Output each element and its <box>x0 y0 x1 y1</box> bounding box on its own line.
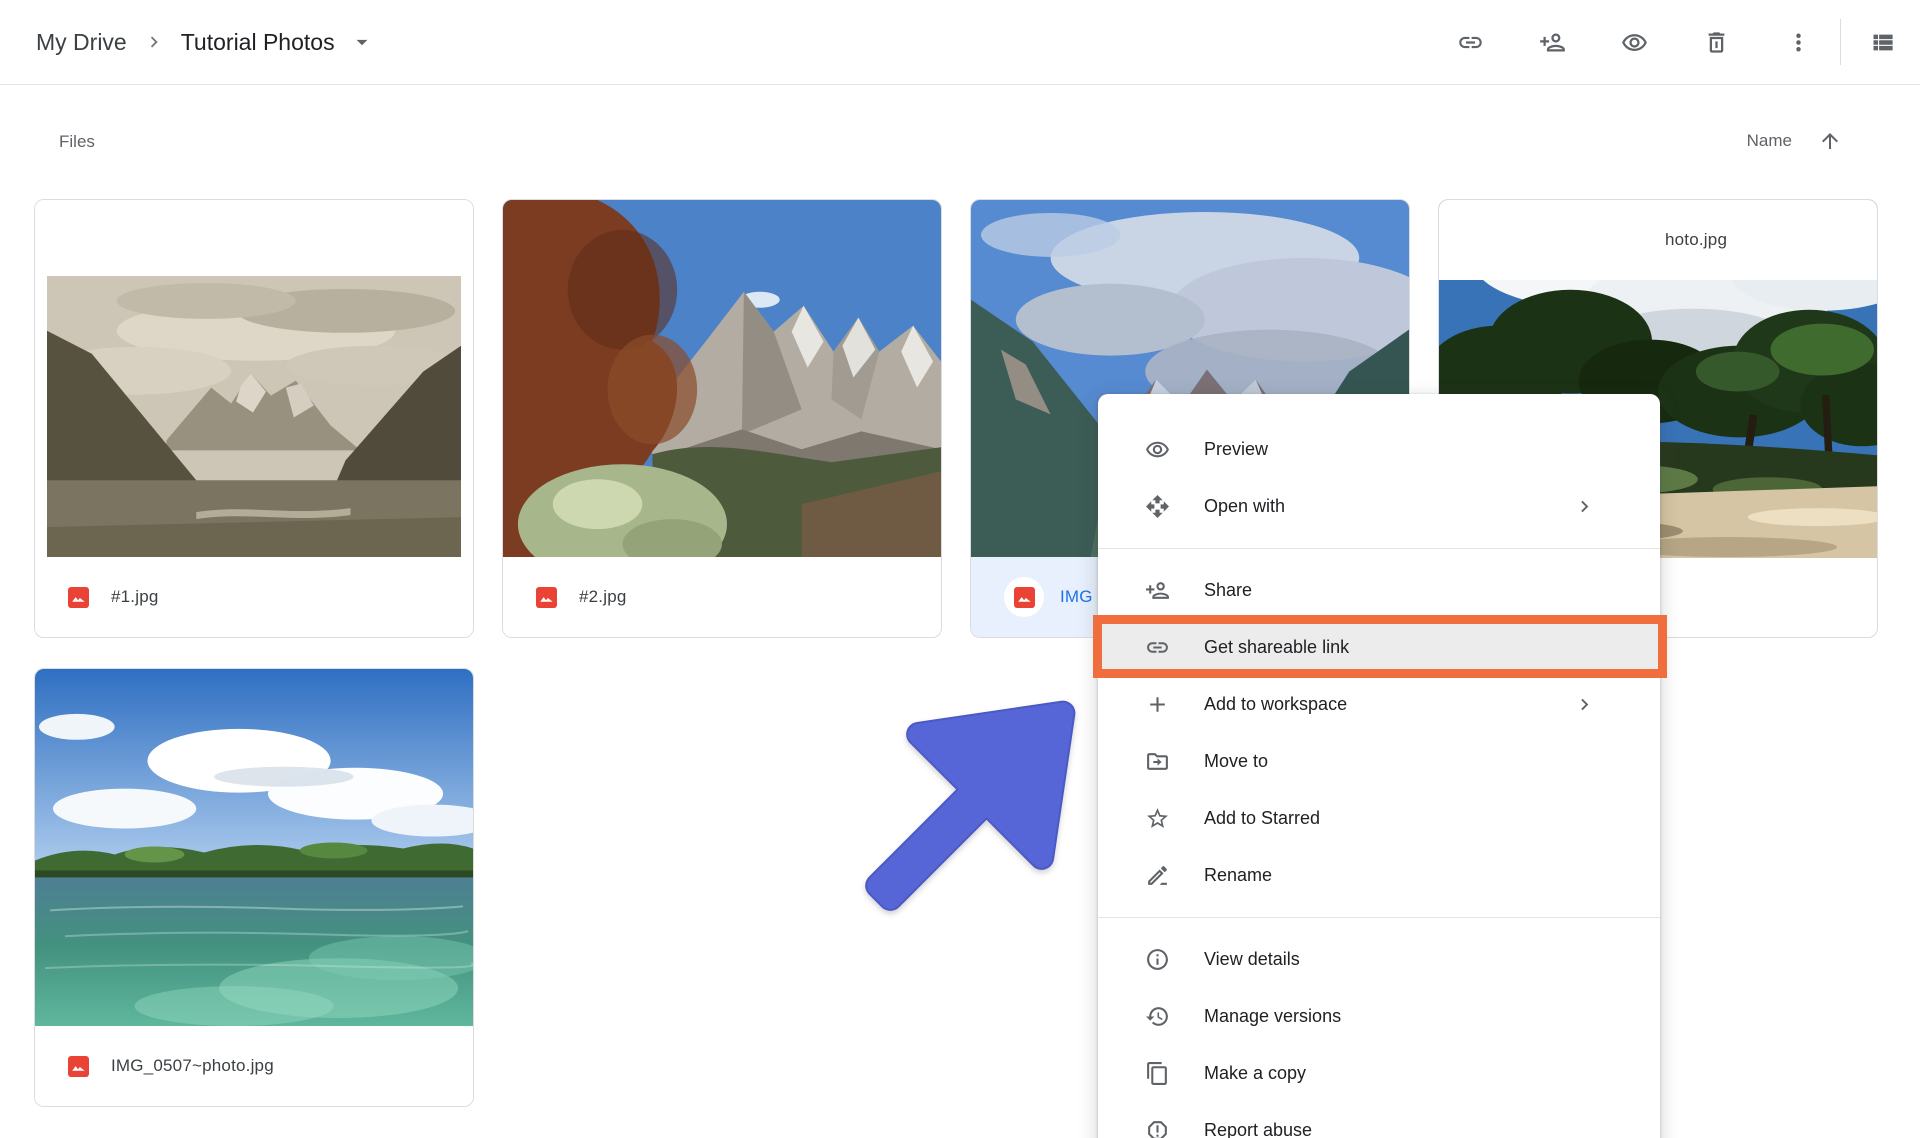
menu-item-label: Add to Starred <box>1204 808 1320 829</box>
menu-item-rename[interactable]: Rename <box>1098 847 1660 904</box>
submenu-chevron-icon <box>1573 495 1596 518</box>
menu-item-report-abuse[interactable]: Report abuse <box>1098 1102 1660 1138</box>
menu-item-label: Manage versions <box>1204 1006 1341 1027</box>
menu-item-label: View details <box>1204 949 1300 970</box>
action-toolbar <box>1402 0 1896 84</box>
menu-item-preview[interactable]: Preview <box>1098 421 1660 478</box>
menu-item-label: Report abuse <box>1204 1120 1312 1138</box>
file-card[interactable]: #2.jpg <box>502 199 942 638</box>
breadcrumb-current-folder[interactable]: Tutorial Photos <box>181 29 335 56</box>
menu-item-label: Rename <box>1204 865 1272 886</box>
menu-item-add-to-workspace[interactable]: Add to workspace <box>1098 676 1660 733</box>
open-with-icon <box>1145 494 1170 519</box>
sort-by-name-label[interactable]: Name <box>1747 131 1792 151</box>
share-add-person-icon <box>1145 578 1170 603</box>
star-icon <box>1145 806 1170 831</box>
toolbar-divider <box>1840 19 1841 65</box>
file-card-footer: #1.jpg <box>35 557 473 637</box>
tutorial-pointer-arrow <box>856 668 1101 920</box>
file-name: #1.jpg <box>111 587 159 607</box>
menu-item-label: Make a copy <box>1204 1063 1306 1084</box>
folder-dropdown-icon[interactable] <box>349 29 375 55</box>
copy-icon <box>1145 1061 1170 1086</box>
context-menu: Preview Open with Share Get shareable li… <box>1098 394 1660 1138</box>
tutorial-highlight-box <box>1093 615 1667 678</box>
preview-eye-icon[interactable] <box>1621 29 1648 56</box>
menu-item-manage-versions[interactable]: Manage versions <box>1098 988 1660 1045</box>
pencil-icon <box>1145 863 1170 888</box>
menu-item-label: Add to workspace <box>1204 694 1347 715</box>
header-toolbar: My Drive Tutorial Photos <box>0 0 1920 85</box>
menu-item-label: Move to <box>1204 751 1268 772</box>
selected-icon-circle <box>1004 577 1044 617</box>
image-file-icon <box>68 587 89 608</box>
trash-icon[interactable] <box>1703 29 1730 56</box>
file-card[interactable]: #1.jpg <box>34 199 474 638</box>
menu-item-get-shareable-link[interactable]: Get shareable link <box>1098 619 1660 676</box>
file-card-footer: #2.jpg <box>503 557 941 637</box>
menu-item-add-to-starred[interactable]: Add to Starred <box>1098 790 1660 847</box>
report-icon <box>1145 1118 1170 1138</box>
menu-item-label: Preview <box>1204 439 1268 460</box>
menu-item-open-with[interactable]: Open with <box>1098 478 1660 535</box>
menu-item-label: Get shareable link <box>1204 637 1349 658</box>
preview-eye-icon <box>1145 437 1170 462</box>
file-card-footer: hoto.jpg <box>1439 200 1877 280</box>
breadcrumb: My Drive Tutorial Photos <box>36 0 375 84</box>
menu-separator <box>1098 917 1660 918</box>
image-file-icon <box>68 1056 89 1077</box>
menu-item-label: Share <box>1204 580 1252 601</box>
menu-item-label: Open with <box>1204 496 1285 517</box>
breadcrumb-my-drive[interactable]: My Drive <box>36 29 127 56</box>
menu-item-move-to[interactable]: Move to <box>1098 733 1660 790</box>
history-icon <box>1145 1004 1170 1029</box>
chevron-right-icon <box>143 31 165 53</box>
file-name: IMG_0507~photo.jpg <box>111 1056 274 1076</box>
more-options-icon[interactable] <box>1785 29 1812 56</box>
file-card-footer: IMG_0507~photo.jpg <box>35 1026 473 1106</box>
submenu-chevron-icon <box>1573 693 1596 716</box>
link-icon <box>1145 635 1170 660</box>
photo-thumbnail <box>503 200 941 558</box>
file-card[interactable]: IMG_0507~photo.jpg <box>34 668 474 1107</box>
plus-icon <box>1145 692 1170 717</box>
drive-window: My Drive Tutorial Photos <box>0 0 1920 1138</box>
menu-item-view-details[interactable]: View details <box>1098 931 1660 988</box>
files-section-label: Files <box>59 132 95 152</box>
file-name: #2.jpg <box>579 587 627 607</box>
file-name: IMG <box>1060 587 1093 607</box>
info-icon <box>1145 947 1170 972</box>
get-link-icon[interactable] <box>1457 29 1484 56</box>
menu-separator <box>1098 548 1660 549</box>
photo-thumbnail <box>35 200 473 558</box>
folder-move-icon <box>1145 749 1170 774</box>
file-name: hoto.jpg <box>1665 230 1727 250</box>
image-file-icon <box>536 587 557 608</box>
list-view-icon[interactable] <box>1869 29 1896 56</box>
menu-item-make-a-copy[interactable]: Make a copy <box>1098 1045 1660 1102</box>
image-file-icon <box>1014 587 1035 608</box>
photo-thumbnail <box>35 669 473 1027</box>
menu-item-share[interactable]: Share <box>1098 562 1660 619</box>
sort-control[interactable]: Name <box>1747 129 1842 153</box>
sort-ascending-arrow-icon[interactable] <box>1818 129 1842 153</box>
add-people-icon[interactable] <box>1539 29 1566 56</box>
